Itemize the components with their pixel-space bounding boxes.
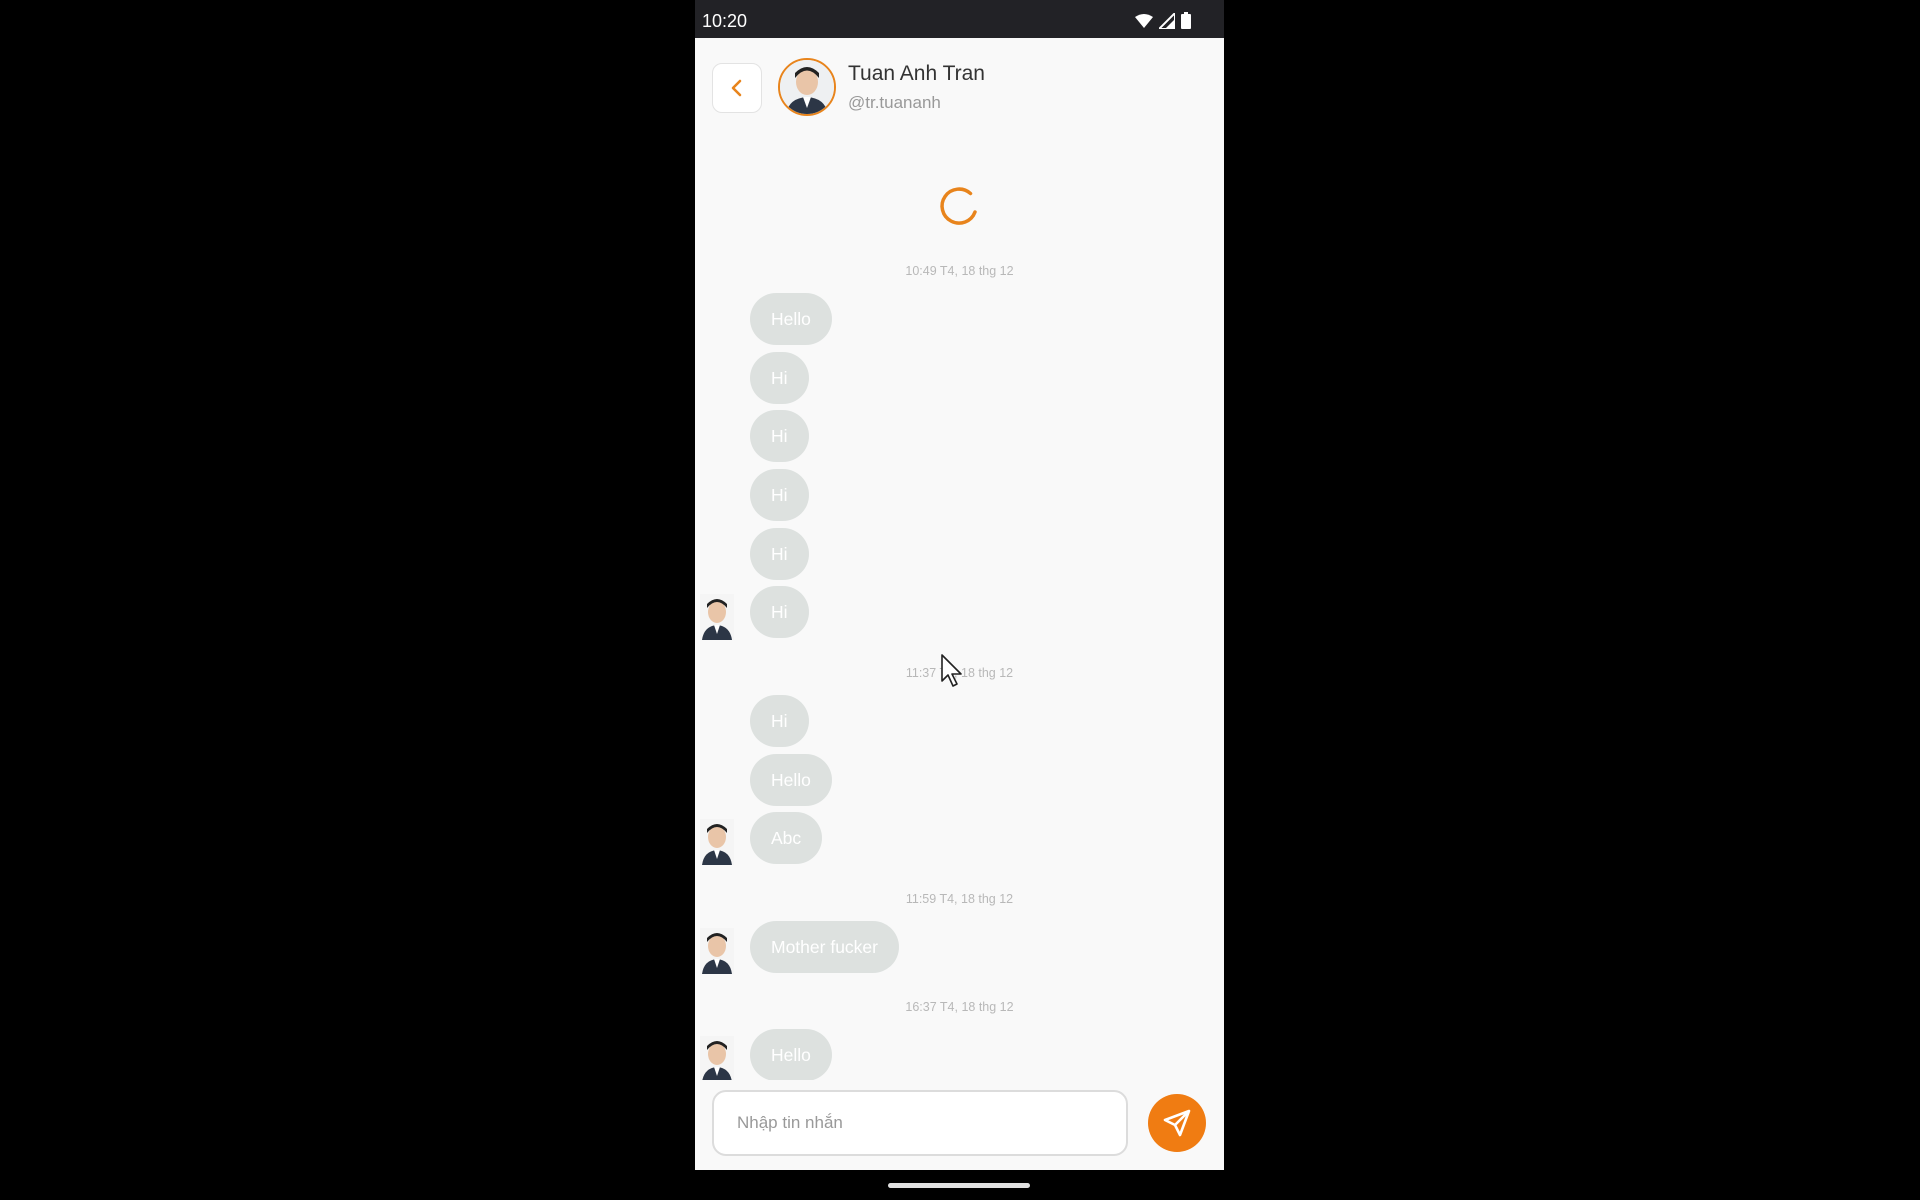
send-icon — [1163, 1109, 1191, 1137]
home-indicator[interactable] — [888, 1183, 1030, 1188]
back-button[interactable] — [712, 63, 762, 113]
message-input[interactable]: Nhập tin nhắn — [712, 1090, 1128, 1156]
message-timestamp: 16:37 T4, 18 thg 12 — [905, 1000, 1014, 1014]
message-bubble[interactable]: Hi — [750, 410, 809, 462]
message-bubble[interactable]: Hello — [750, 293, 832, 345]
sender-avatar[interactable] — [700, 594, 734, 640]
sender-avatar[interactable] — [700, 928, 734, 974]
chat-header: Tuan Anh Tran @tr.tuananh — [695, 38, 1224, 138]
message-input-placeholder: Nhập tin nhắn — [737, 1113, 843, 1132]
message-bubble[interactable]: Hi — [750, 528, 809, 580]
message-list[interactable]: 10:49 T4, 18 thg 12 Hello Hi Hi Hi Hi Hi… — [695, 0, 1224, 1080]
message-timestamp: 11:59 T4, 18 thg 12 — [905, 892, 1014, 906]
contact-avatar[interactable] — [778, 58, 836, 116]
message-timestamp: 10:49 T4, 18 thg 12 — [905, 264, 1014, 278]
message-bubble[interactable]: Hello — [750, 1029, 832, 1080]
message-bubble[interactable]: Hi — [750, 352, 809, 404]
contact-handle: @tr.tuananh — [848, 93, 941, 112]
mouse-cursor-icon — [941, 654, 962, 687]
phone-screen: 10:20 10:49 T4, 18 thg 12 Hello Hi Hi Hi… — [695, 0, 1224, 1170]
message-composer: Nhập tin nhắn — [695, 1080, 1224, 1170]
message-bubble[interactable]: Hello — [750, 754, 832, 806]
sender-avatar[interactable] — [700, 819, 734, 865]
send-button[interactable] — [1148, 1094, 1206, 1152]
sender-avatar[interactable] — [700, 1036, 734, 1080]
chevron-left-icon — [731, 79, 742, 97]
message-bubble[interactable]: Hi — [750, 695, 809, 747]
message-bubble[interactable]: Mother fucker — [750, 921, 899, 973]
contact-name: Tuan Anh Tran — [848, 62, 985, 85]
message-bubble[interactable]: Hi — [750, 586, 809, 638]
message-bubble[interactable]: Abc — [750, 812, 823, 864]
loading-spinner — [940, 187, 977, 225]
message-bubble[interactable]: Hi — [750, 469, 809, 521]
